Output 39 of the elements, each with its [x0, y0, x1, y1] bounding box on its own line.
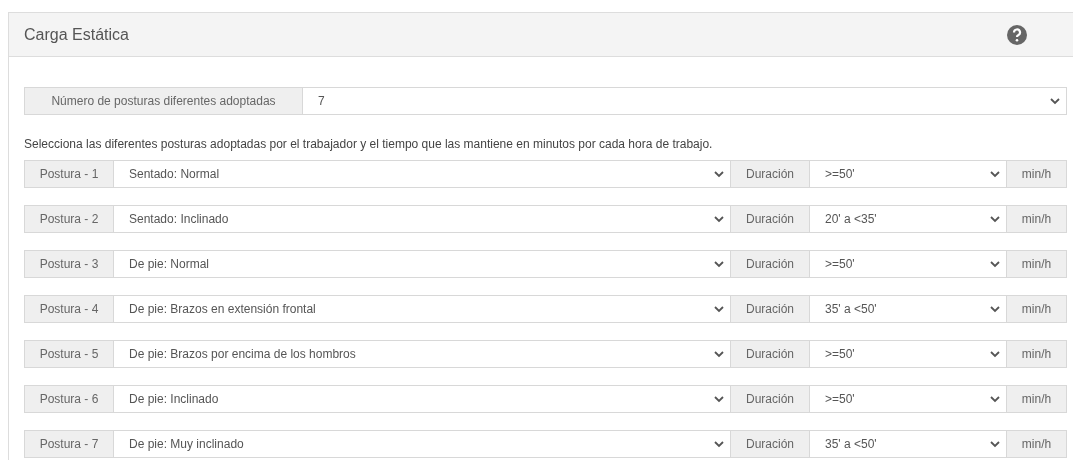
- field-label: Número de posturas diferentes adoptadas: [24, 87, 303, 115]
- duration-label: Duración: [730, 340, 810, 368]
- unit-label: min/h: [1006, 295, 1067, 323]
- unit-label: min/h: [1006, 385, 1067, 413]
- posture-select[interactable]: Sentado: Normal: [114, 160, 730, 188]
- panel-title: Carga Estática: [24, 25, 129, 44]
- posture-select[interactable]: De pie: Inclinado: [114, 385, 730, 413]
- posture-select[interactable]: De pie: Brazos por encima de los hombros: [114, 340, 730, 368]
- posture-select[interactable]: De pie: Normal: [114, 250, 730, 278]
- posture-label: Postura - 3: [24, 250, 114, 278]
- posture-label: Postura - 5: [24, 340, 114, 368]
- unit-label: min/h: [1006, 340, 1067, 368]
- duration-label: Duración: [730, 250, 810, 278]
- duration-label: Duración: [730, 160, 810, 188]
- duration-select[interactable]: 20' a <35': [810, 205, 1006, 233]
- posture-select[interactable]: De pie: Muy inclinado: [114, 430, 730, 458]
- duration-select[interactable]: >=50': [810, 385, 1006, 413]
- count-select[interactable]: 7: [303, 87, 1067, 115]
- posture-select[interactable]: Sentado: Inclinado: [114, 205, 730, 233]
- posture-label: Postura - 7: [24, 430, 114, 458]
- unit-label: min/h: [1006, 160, 1067, 188]
- posture-label: Postura - 1: [24, 160, 114, 188]
- duration-select[interactable]: 35' a <50': [810, 295, 1006, 323]
- unit-label: min/h: [1006, 430, 1067, 458]
- posture-label: Postura - 6: [24, 385, 114, 413]
- duration-select[interactable]: >=50': [810, 160, 1006, 188]
- unit-label: min/h: [1006, 250, 1067, 278]
- duration-select[interactable]: >=50': [810, 250, 1006, 278]
- unit-label: min/h: [1006, 205, 1067, 233]
- instructions-text: Selecciona las diferentes posturas adoptadas por el trabajador y el tiempo que las mantiene en minutos por cada hora de trabajo.: [24, 137, 714, 151]
- posture-label: Postura - 4: [24, 295, 114, 323]
- duration-label: Duración: [730, 385, 810, 413]
- posture-label: Postura - 2: [24, 205, 114, 233]
- duration-label: Duración: [730, 205, 810, 233]
- duration-label: Duración: [730, 430, 810, 458]
- duration-label: Duración: [730, 295, 810, 323]
- duration-select[interactable]: >=50': [810, 340, 1006, 368]
- posture-select[interactable]: De pie: Brazos en extensión frontal: [114, 295, 730, 323]
- duration-select[interactable]: 35' a <50': [810, 430, 1006, 458]
